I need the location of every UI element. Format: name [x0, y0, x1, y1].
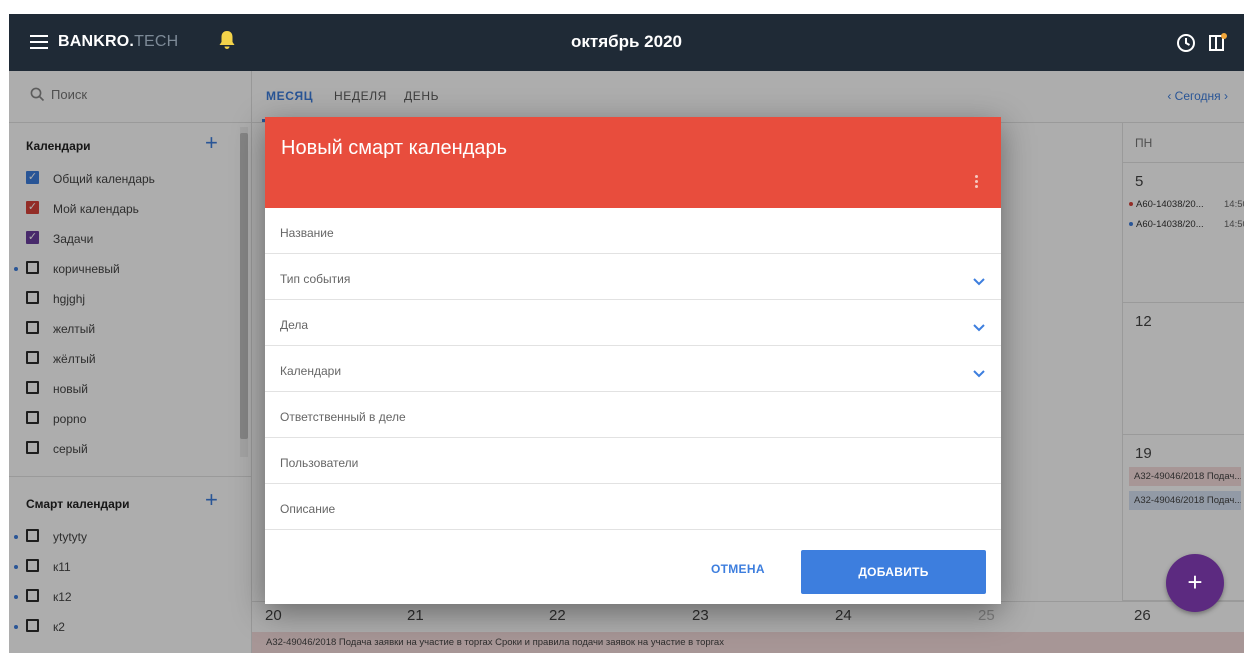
dialog-header: Новый смарт календарь [265, 117, 1001, 208]
dialog-title: Новый смарт календарь [281, 137, 508, 159]
event-type-select[interactable]: Тип события [265, 254, 1001, 300]
name-field[interactable]: Название [265, 208, 1001, 254]
add-event-fab[interactable]: + [1166, 554, 1224, 612]
cases-select[interactable]: Дела [265, 300, 1001, 346]
description-field[interactable]: Описание [265, 484, 1001, 530]
new-smart-calendar-dialog: Новый смарт календарь Название Тип событ… [265, 117, 1001, 604]
field-label: Описание [280, 502, 336, 516]
users-field[interactable]: Пользователи [265, 438, 1001, 484]
chevron-down-icon[interactable] [973, 365, 985, 383]
clock-icon[interactable] [1176, 33, 1196, 58]
top-bar: BANKRO.TECH октябрь 2020 [9, 14, 1244, 71]
notifications-icon[interactable] [1208, 32, 1228, 57]
add-button[interactable]: ДОБАВИТЬ [801, 550, 986, 594]
field-label: Название [280, 226, 334, 240]
page-title: октябрь 2020 [570, 32, 682, 51]
chevron-down-icon[interactable] [973, 273, 985, 291]
more-vert-icon[interactable] [975, 175, 978, 188]
chevron-down-icon[interactable] [973, 319, 985, 337]
plus-icon: + [1187, 567, 1203, 597]
responsible-field[interactable]: Ответственный в деле [265, 392, 1001, 438]
field-label: Пользователи [280, 456, 359, 470]
field-label: Ответственный в деле [280, 410, 406, 424]
cancel-button[interactable]: ОТМЕНА [711, 562, 765, 576]
field-label: Дела [280, 318, 309, 332]
calendars-select[interactable]: Календари [265, 346, 1001, 392]
field-label: Тип события [280, 272, 351, 286]
dialog-actions: ОТМЕНА ДОБАВИТЬ [265, 550, 1001, 604]
app-window: BANKRO.TECH октябрь 2020 Календари + ✓ [9, 14, 1244, 653]
field-label: Календари [280, 364, 342, 378]
